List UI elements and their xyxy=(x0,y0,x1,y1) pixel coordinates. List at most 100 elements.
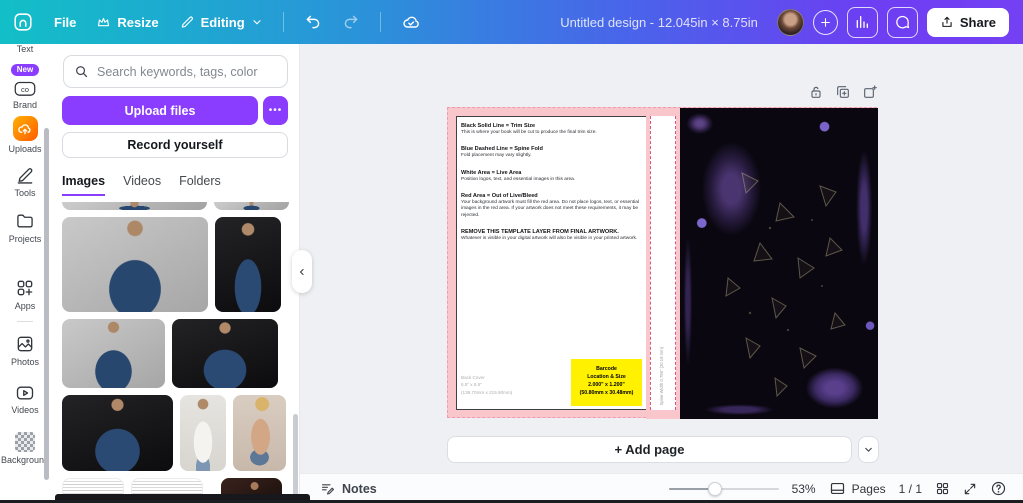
top-bar: File Resize Editing xyxy=(0,0,1023,44)
comments-button[interactable] xyxy=(887,7,918,38)
share-button[interactable]: Share xyxy=(927,8,1009,37)
add-page-dropdown-button[interactable] xyxy=(858,436,879,463)
upload-thumbnail[interactable] xyxy=(172,319,278,388)
upload-thumbnail[interactable] xyxy=(180,395,226,471)
sidebar-item-background[interactable]: Background xyxy=(0,432,50,465)
undo-button[interactable] xyxy=(304,13,322,31)
plus-icon xyxy=(819,16,832,29)
top-bar-divider xyxy=(283,12,284,32)
upload-thumbnail[interactable] xyxy=(233,395,286,471)
sidebar-item-label: Text xyxy=(17,44,34,54)
page-actions xyxy=(808,84,878,100)
share-upload-icon xyxy=(940,15,954,29)
back-cover-title: Back Cover xyxy=(461,374,512,381)
grid-view-button[interactable] xyxy=(935,481,950,496)
duplicate-page-button[interactable] xyxy=(835,84,851,100)
tab-folders[interactable]: Folders xyxy=(179,174,221,196)
template-section: White Area = Live Area Position logos, t… xyxy=(461,170,641,183)
sidebar-rail: Text New co Brand Uploads xyxy=(0,44,50,503)
add-member-button[interactable] xyxy=(813,10,838,35)
add-page-icon-button[interactable] xyxy=(862,84,878,100)
sidebar-item-label: Projects xyxy=(9,234,42,244)
top-bar-left: File Resize Editing xyxy=(0,11,421,33)
barcode-line: Barcode xyxy=(571,365,642,373)
insights-button[interactable] xyxy=(847,7,878,38)
sidebar-item-uploads[interactable]: Uploads xyxy=(0,116,50,154)
sidebar-item-label: Uploads xyxy=(8,144,41,154)
barcode-placeholder[interactable]: Barcode Location & Size 2.000" x 1.200" … xyxy=(571,359,642,406)
crown-icon xyxy=(96,15,111,30)
upload-more-options-button[interactable]: ••• xyxy=(263,96,288,125)
page-count: 1 / 1 xyxy=(899,482,922,496)
uploads-grid xyxy=(62,202,294,503)
zoom-slider-thumb[interactable] xyxy=(708,482,722,496)
add-page-icon xyxy=(862,84,878,100)
apps-grid-icon xyxy=(15,278,35,298)
editing-mode-label: Editing xyxy=(201,15,245,30)
design-page-canvas[interactable]: Black Solid Line = Trim Size This is whe… xyxy=(447,107,877,418)
collapse-panel-button[interactable] xyxy=(292,250,312,293)
brand-kit-icon: co xyxy=(14,79,36,97)
file-menu-button[interactable]: File xyxy=(54,15,76,30)
zoom-level-value[interactable]: 53% xyxy=(792,482,816,496)
template-heading: Black Solid Line = Trim Size xyxy=(461,123,641,129)
unlock-icon xyxy=(808,84,824,100)
expand-icon xyxy=(963,482,977,496)
sidebar-item-photos[interactable]: Photos xyxy=(0,334,50,367)
photos-image-icon xyxy=(15,334,35,354)
record-yourself-button[interactable]: Record yourself xyxy=(62,132,288,158)
sidebar-item-label: Tools xyxy=(14,188,35,198)
tab-images[interactable]: Images xyxy=(62,174,105,196)
cloud-save-status-button[interactable] xyxy=(401,12,421,32)
upload-thumbnail[interactable] xyxy=(214,202,289,210)
search-box xyxy=(63,55,288,88)
upload-files-button[interactable]: Upload files xyxy=(62,96,258,125)
pages-label: Pages xyxy=(852,482,886,496)
upload-thumbnail[interactable] xyxy=(62,202,207,210)
add-page-button[interactable]: + Add page xyxy=(447,436,852,463)
sidebar-item-brand[interactable]: New co Brand xyxy=(0,64,50,110)
pages-icon xyxy=(829,480,846,497)
zoom-slider[interactable] xyxy=(669,482,779,496)
help-icon xyxy=(990,480,1007,497)
sidebar-item-videos[interactable]: Videos xyxy=(0,384,50,415)
template-heading: Blue Dashed Line = Spine Fold xyxy=(461,146,641,152)
pages-view-button[interactable]: Pages xyxy=(829,480,886,497)
barcode-line: Location & Size xyxy=(571,373,642,381)
notes-button[interactable]: Notes xyxy=(320,481,377,496)
rail-scrollbar[interactable] xyxy=(44,128,49,480)
upload-thumbnail[interactable] xyxy=(62,395,173,471)
design-title[interactable]: Untitled design - 12.045in × 8.75in xyxy=(560,15,758,30)
notes-label: Notes xyxy=(342,482,377,496)
fullscreen-button[interactable] xyxy=(963,482,977,496)
sidebar-item-text[interactable]: Text xyxy=(0,44,50,54)
spine-fold-area: Spine Width 0.795" (20.19 mm) xyxy=(650,116,676,410)
template-body: Position logos, text, and essential imag… xyxy=(461,177,641,183)
upload-thumbnail[interactable] xyxy=(62,217,208,312)
design-workspace[interactable]: Black Solid Line = Trim Size This is whe… xyxy=(300,44,1023,473)
sidebar-item-tools[interactable]: Tools xyxy=(0,165,50,198)
upload-thumbnail[interactable] xyxy=(215,217,281,312)
barcode-line: 2.000" x 1.200" xyxy=(571,381,642,389)
redo-icon xyxy=(342,13,360,31)
chevron-down-icon xyxy=(251,16,263,28)
template-heading: Red Area = Out of Live/Bleed xyxy=(461,193,641,199)
panel-scrollbar[interactable] xyxy=(293,414,298,503)
sidebar-item-apps[interactable]: Apps xyxy=(0,278,50,311)
home-button[interactable] xyxy=(12,11,34,33)
redo-button[interactable] xyxy=(342,13,360,31)
lock-page-button[interactable] xyxy=(808,84,824,100)
editing-mode-button[interactable]: Editing xyxy=(179,14,263,30)
pencil-icon xyxy=(179,14,195,30)
tab-videos[interactable]: Videos xyxy=(123,174,161,196)
front-cover-artwork[interactable] xyxy=(680,108,878,419)
sidebar-item-projects[interactable]: Projects xyxy=(0,211,50,244)
back-cover-size-mm: (139.70mm x 215.90mm) xyxy=(461,389,512,396)
search-input[interactable] xyxy=(97,65,267,79)
sidebar-item-label: Videos xyxy=(11,405,38,415)
sidebar-item-label: Brand xyxy=(13,100,37,110)
help-button[interactable] xyxy=(990,480,1007,497)
avatar[interactable] xyxy=(777,9,804,36)
resize-button[interactable]: Resize xyxy=(96,15,158,30)
upload-thumbnail[interactable] xyxy=(62,319,165,388)
